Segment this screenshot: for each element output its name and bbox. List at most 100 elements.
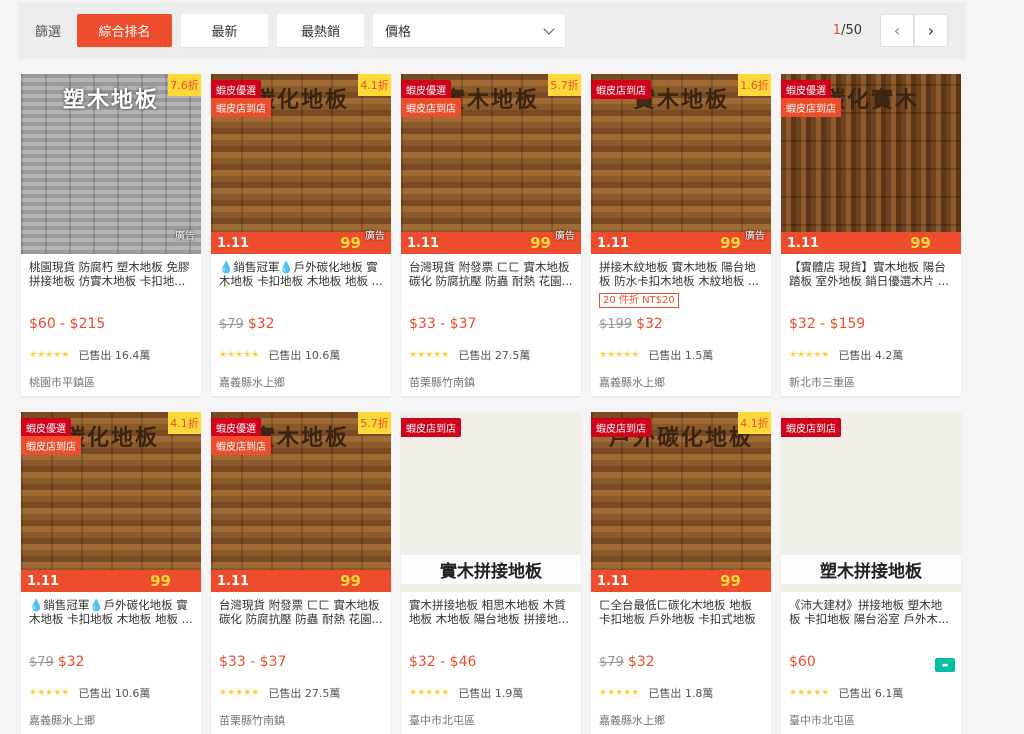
product-title[interactable]: 實木拼接地板 相思木地板 木質地板 木地板 陽台地板 拼接地... (409, 598, 573, 626)
promo-date: 1.11 (787, 235, 820, 251)
mall-badge: 蝦皮優選 (211, 418, 261, 437)
rating-row: ★★★★★ 已售出 10.6萬 (29, 685, 193, 701)
product-price: $32 - $159 (789, 316, 865, 332)
product-title[interactable]: 💧銷售冠軍💧戶外碳化地板 實木地板 卡扣地板 木地板 地板 ... (219, 260, 383, 288)
product-info: 《沛大建材》拼接地板 塑木地板 卡扣地板 陽台浴室 戶外木... (781, 592, 961, 626)
mall-badge: 蝦皮優選 (781, 80, 831, 99)
product-image[interactable]: 碳化地板 4.1折 蝦皮優選 蝦皮店到店 1.11 99 廣告 (211, 74, 391, 254)
discount-badge: 4.1折 (358, 74, 391, 96)
shop-location: 臺中市北屯區 (409, 714, 475, 727)
product-info: 台灣現貨 附發票 ㄈㄈ 實木地板 碳化 防腐抗壓 防蟲 耐熱 花園... (401, 254, 581, 288)
rating-stars: ★★★★★ (219, 350, 260, 360)
sold-count: 已售出 10.6萬 (78, 687, 151, 700)
sale-price: $33 - $37 (409, 316, 477, 332)
original-price: $79 (29, 655, 54, 670)
sort-top-sales-button[interactable]: 最熱銷 (277, 14, 365, 47)
chevron-right-icon: › (927, 21, 935, 40)
rating-row: ★★★★★ 已售出 10.6萬 (219, 347, 383, 363)
product-image[interactable]: 塑木拼接地板 蝦皮店到店 (781, 412, 961, 592)
page-indicator: 1/50 (833, 23, 862, 38)
shop-location: 嘉義縣水上鄉 (219, 376, 285, 389)
sale-price: $32 (636, 316, 663, 332)
product-image[interactable]: 實木地板 1.6折 蝦皮店到店 1.11 99 廣告 (591, 74, 771, 254)
sort-bar: 篩選 綜合排名 最新 最熱銷 價格 1/50 ‹ › (18, 2, 966, 59)
rating-stars: ★★★★★ (409, 688, 450, 698)
discount-badge: 1.6折 (738, 74, 771, 96)
product-info: 💧銷售冠軍💧戶外碳化地板 實木地板 卡扣地板 木地板 地板 ... (211, 254, 391, 288)
product-card[interactable]: 實木地板 5.7折 蝦皮優選 蝦皮店到店 1.11 99 台灣現貨 附發票 ㄈㄈ 實木地板 … (211, 412, 391, 734)
rating-row: ★★★★★ 已售出 6.1萬 (789, 685, 953, 701)
product-card[interactable]: 碳化地板 4.1折 蝦皮優選 蝦皮店到店 1.11 99 廣告 💧銷售冠軍💧戶外碳化地板 實木… (211, 74, 391, 396)
product-title[interactable]: 《沛大建材》拼接地板 塑木地板 卡扣地板 陽台浴室 戶外木... (789, 598, 953, 626)
product-card[interactable]: 塑木拼接地板 蝦皮店到店《沛大建材》拼接地板 塑木地板 卡扣地板 陽台浴室 戶外木… (781, 412, 961, 734)
rating-row: ★★★★★ 已售出 16.4萬 (29, 347, 193, 363)
prev-page-button[interactable]: ‹ (880, 14, 914, 47)
product-price: $33 - $37 (409, 316, 476, 332)
rating-stars: ★★★★★ (219, 688, 260, 698)
promo-price: 99 (910, 234, 931, 252)
product-image[interactable]: 實木地板 5.7折 蝦皮優選 蝦皮店到店 1.11 99 (211, 412, 391, 592)
product-card[interactable]: 實木拼接地板 蝦皮店到店實木拼接地板 相思木地板 木質地板 木地板 陽台地板 拼接… (401, 412, 581, 734)
shop-location: 嘉義縣水上鄉 (599, 714, 665, 727)
product-title[interactable]: 桃園現貨 防腐朽 塑木地板 免膠拼接地板 仿實木地板 卡扣地... (29, 260, 193, 288)
store-pickup-badge: 蝦皮店到店 (401, 98, 461, 117)
product-card[interactable]: 碳化地板 4.1折 蝦皮優選 蝦皮店到店 1.11 99 💧銷售冠軍💧戶外碳化地板 實木地板… (21, 412, 201, 734)
discount-badge: 7.6折 (168, 74, 201, 96)
sale-price: $60 - $215 (29, 316, 106, 332)
sort-latest-button[interactable]: 最新 (181, 14, 269, 47)
product-info: 實木拼接地板 相思木地板 木質地板 木地板 陽台地板 拼接地... (401, 592, 581, 626)
bundle-deal-tag: 20 件折 NT$20 (599, 293, 679, 308)
product-card[interactable]: 實木地板 1.6折 蝦皮店到店 1.11 99 廣告 拼接木紋地板 實木地板 陽台地板 防水… (591, 74, 771, 396)
sold-count: 已售出 16.4萬 (78, 349, 151, 362)
sale-price: $32 - $159 (789, 316, 866, 332)
sold-count: 已售出 27.5萬 (268, 687, 341, 700)
mall-badge: 蝦皮優選 (21, 418, 71, 437)
promo-strip: 1.11 99 (401, 232, 581, 254)
promo-date: 1.11 (597, 573, 630, 589)
promo-price: 99 (340, 572, 361, 590)
product-card[interactable]: 戶外碳化地板 4.1折 蝦皮店到店 1.11 99 ㄈ全台最低ㄈ碳化木地板 地板 卡扣地板… (591, 412, 771, 734)
rating-row: ★★★★★ 已售出 1.8萬 (599, 685, 763, 701)
product-info: 拼接木紋地板 實木地板 陽台地板 防水卡扣木地板 木紋地板 ... 20 件折 N… (591, 254, 771, 308)
next-page-button[interactable]: › (914, 14, 948, 47)
current-page: 1 (832, 23, 842, 38)
product-image-caption: 實木拼接地板 (401, 555, 581, 584)
product-card[interactable]: 碳化實木 蝦皮優選 蝦皮店到店 1.11 99 【實體店 現貨】實木地板 陽台踏板 室外地… (781, 74, 961, 396)
sold-count: 已售出 6.1萬 (838, 687, 904, 700)
product-image[interactable]: 碳化地板 4.1折 蝦皮優選 蝦皮店到店 1.11 99 (21, 412, 201, 592)
product-title[interactable]: 💧銷售冠軍💧戶外碳化地板 實木地板 卡扣地板 木地板 地板 ... (29, 598, 193, 626)
sort-relevance-button[interactable]: 綜合排名 (77, 14, 173, 47)
promo-strip: 1.11 99 (211, 570, 391, 592)
product-title[interactable]: 台灣現貨 附發票 ㄈㄈ 實木地板 碳化 防腐抗壓 防蟲 耐熱 花園... (219, 598, 383, 626)
product-image[interactable]: 戶外碳化地板 4.1折 蝦皮店到店 1.11 99 (591, 412, 771, 592)
shop-location: 臺中市北屯區 (789, 714, 855, 727)
mall-badge: 蝦皮店到店 (591, 418, 651, 437)
discount-badge: 5.7折 (548, 74, 581, 96)
shop-location: 苗栗縣竹南鎮 (219, 714, 285, 727)
promo-strip: 1.11 99 (591, 232, 771, 254)
product-image[interactable]: 塑木地板 7.6折 廣告 (21, 74, 201, 254)
product-price: $199 $32 (599, 316, 663, 332)
product-title[interactable]: 【實體店 現貨】實木地板 陽台踏板 室外地板 銷日優選木片 ... (789, 260, 953, 288)
mall-badge: 蝦皮店到店 (591, 80, 651, 99)
product-image[interactable]: 實木地板 5.7折 蝦皮優選 蝦皮店到店 1.11 99 廣告 (401, 74, 581, 254)
promo-price: 99 (340, 234, 361, 252)
product-title[interactable]: 台灣現貨 附發票 ㄈㄈ 實木地板 碳化 防腐抗壓 防蟲 耐熱 花園... (409, 260, 573, 288)
product-price: $79 $32 (219, 316, 275, 332)
product-card[interactable]: 塑木地板 7.6折 廣告桃園現貨 防腐朽 塑木地板 免膠拼接地板 仿實木地板 卡扣地… (21, 74, 201, 396)
product-image[interactable]: 碳化實木 蝦皮優選 蝦皮店到店 1.11 99 (781, 74, 961, 254)
product-title[interactable]: 拼接木紋地板 實木地板 陽台地板 防水卡扣木地板 木紋地板 ... (599, 260, 763, 288)
discount-badge: 4.1折 (168, 412, 201, 434)
sale-price: $32 - $46 (409, 654, 477, 670)
promo-price: 99 (150, 572, 171, 590)
promo-strip: 1.11 99 (21, 570, 201, 592)
rating-stars: ★★★★★ (789, 688, 830, 698)
sold-count: 已售出 1.5萬 (648, 349, 714, 362)
price-sort-select[interactable]: 價格 (373, 14, 566, 47)
product-info: 【實體店 現貨】實木地板 陽台踏板 室外地板 銷日優選木片 ... (781, 254, 961, 288)
product-card[interactable]: 實木地板 5.7折 蝦皮優選 蝦皮店到店 1.11 99 廣告 台灣現貨 附發票 ㄈㄈ 實木地… (401, 74, 581, 396)
mall-badge: 蝦皮優選 (211, 80, 261, 99)
product-image[interactable]: 實木拼接地板 蝦皮店到店 (401, 412, 581, 592)
sold-count: 已售出 4.2萬 (838, 349, 904, 362)
product-title[interactable]: ㄈ全台最低ㄈ碳化木地板 地板 卡扣地板 戶外地板 卡扣式地板 陽臺... (599, 598, 763, 626)
